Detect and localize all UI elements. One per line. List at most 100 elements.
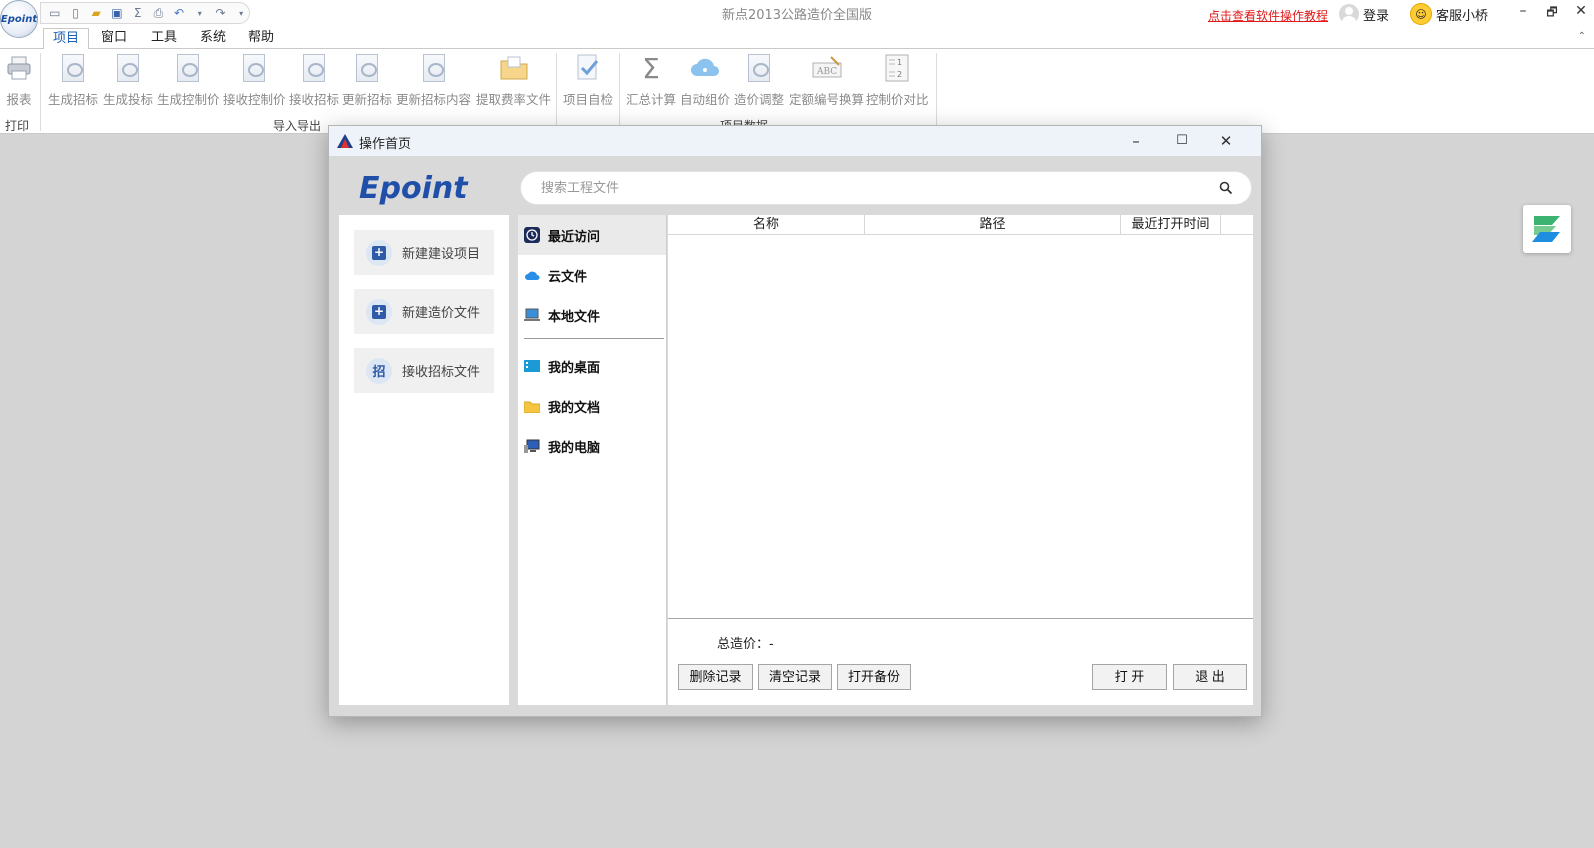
minimize-button[interactable]: –	[1513, 3, 1533, 19]
nav-divider	[524, 338, 664, 339]
menu-bar: 项目 窗口 工具 系统 帮助 ⌃	[0, 28, 1594, 50]
tab-window[interactable]: 窗口	[94, 28, 134, 50]
cloud-icon	[688, 51, 722, 85]
dialog-title-bar[interactable]: 操作首页 – ☐ ✕	[329, 126, 1261, 156]
tab-help[interactable]: 帮助	[241, 28, 281, 50]
recv-tender-button[interactable]: 接收招标	[289, 51, 339, 108]
column-header-path[interactable]: 路径	[865, 215, 1121, 235]
nav-documents-label: 我的文档	[548, 400, 601, 416]
new-construction-project-button[interactable]: + 新建建设项目	[354, 230, 494, 275]
recv-tender-label: 接收招标	[289, 92, 340, 107]
open-backup-button[interactable]: 打开备份	[837, 664, 911, 690]
extract-rate-file-button[interactable]: 提取费率文件	[476, 51, 551, 108]
new-file-icon: +	[366, 298, 392, 325]
ribbon-separator	[936, 53, 937, 131]
collapse-ribbon-icon[interactable]: ⌃	[1578, 31, 1586, 42]
summary-calc-label: 汇总计算	[626, 92, 677, 107]
login-button[interactable]: 登录	[1339, 4, 1389, 24]
search-input[interactable]	[541, 180, 1181, 195]
dialog-maximize-button[interactable]: ☐	[1171, 131, 1193, 151]
quota-convert-label: 定额编号换算	[789, 92, 865, 107]
receive-tender-file-label: 接收招标文件	[402, 365, 481, 380]
cloud-icon	[524, 267, 540, 283]
control-price-compare-label: 控制价对比	[866, 92, 929, 107]
customer-service-button[interactable]: ☺ 客服小桥	[1410, 3, 1488, 25]
gen-tender-label: 生成招标	[48, 92, 99, 107]
tab-tools[interactable]: 工具	[144, 28, 184, 50]
update-tender-button[interactable]: 更新招标	[342, 51, 392, 108]
dialog-minimize-button[interactable]: –	[1125, 131, 1147, 151]
tab-system[interactable]: 系统	[193, 28, 233, 50]
column-header-name[interactable]: 名称	[668, 215, 865, 235]
recv-control-price-label: 接收控制价	[223, 92, 286, 107]
recv-control-price-button[interactable]: 接收控制价	[223, 51, 286, 108]
search-icon[interactable]	[1219, 181, 1233, 195]
price-adjust-label: 造价调整	[734, 92, 785, 107]
gen-bid-button[interactable]: 生成投标	[103, 51, 153, 108]
search-box[interactable]	[520, 171, 1252, 205]
nav-cloud-label: 云文件	[548, 269, 588, 285]
app-triangle-icon	[337, 134, 353, 148]
svg-text:ABC: ABC	[816, 67, 837, 77]
desktop-icon	[524, 358, 540, 374]
document-import-icon	[297, 51, 331, 85]
ribbon-separator	[556, 53, 557, 131]
report-label: 报表	[6, 92, 32, 107]
control-price-compare-button[interactable]: 1 2 控制价对比	[866, 51, 929, 108]
new-cost-file-label: 新建造价文件	[402, 306, 481, 321]
delete-record-button[interactable]: 删除记录	[678, 664, 753, 690]
ribbon-separator	[40, 53, 41, 131]
app-logo-text: Epoint	[0, 13, 38, 25]
nav-computer-label: 我的电脑	[548, 440, 601, 456]
gen-control-price-button[interactable]: 生成控制价	[157, 51, 220, 108]
auto-price-label: 自动组价	[680, 92, 731, 107]
help-tutorial-link[interactable]: 点击查看软件操作教程	[1208, 7, 1328, 24]
summary-calc-button[interactable]: Σ 汇总计算	[626, 51, 676, 108]
recent-files-list[interactable]	[668, 235, 1253, 619]
svg-text:1: 1	[897, 58, 902, 67]
nav-item-desktop[interactable]: 我的桌面	[518, 346, 666, 386]
floating-assistant-button[interactable]	[1523, 205, 1571, 253]
price-adjust-button[interactable]: 造价调整	[734, 51, 784, 108]
document-info-icon	[417, 51, 451, 85]
svg-text:2: 2	[897, 70, 902, 79]
tender-icon: 招	[366, 357, 392, 384]
quota-convert-button[interactable]: ABC 定额编号换算	[789, 51, 864, 108]
nav-local-label: 本地文件	[548, 309, 601, 325]
nav-item-recent[interactable]: 最近访问	[518, 215, 666, 255]
project-self-check-label: 项目自检	[563, 92, 614, 107]
nav-item-cloud[interactable]: 云文件	[518, 255, 666, 295]
dialog-close-button[interactable]: ✕	[1215, 131, 1237, 151]
gen-control-price-label: 生成控制价	[157, 92, 220, 107]
extract-rate-file-label: 提取费率文件	[476, 92, 552, 107]
nav-item-computer[interactable]: 我的电脑	[518, 426, 666, 466]
laptop-icon	[524, 307, 540, 323]
sigma-icon: Σ	[642, 51, 660, 85]
open-button[interactable]: 打 开	[1092, 664, 1167, 690]
printer-icon	[2, 51, 36, 85]
column-header-last-opened[interactable]: 最近打开时间	[1121, 215, 1221, 235]
new-cost-file-button[interactable]: + 新建造价文件	[354, 289, 494, 334]
exit-button[interactable]: 退 出	[1173, 664, 1247, 690]
gen-tender-button[interactable]: 生成招标	[48, 51, 98, 108]
restore-button[interactable]: 🗗	[1542, 3, 1562, 24]
checklist-icon	[571, 51, 605, 85]
document-export-icon	[111, 51, 145, 85]
nav-recent-label: 最近访问	[548, 229, 601, 245]
app-logo[interactable]: Epoint	[0, 0, 38, 38]
clear-records-button[interactable]: 清空记录	[758, 664, 832, 690]
close-button[interactable]: ✕	[1571, 3, 1591, 19]
project-self-check-button[interactable]: 项目自检	[563, 51, 613, 108]
update-tender-content-button[interactable]: 更新招标内容	[396, 51, 471, 108]
nav-item-local[interactable]: 本地文件	[518, 295, 666, 335]
document-import-icon	[237, 51, 271, 85]
document-export-icon	[171, 51, 205, 85]
total-cost-label: 总造价：-	[717, 637, 774, 652]
report-button[interactable]: 报表	[2, 51, 36, 108]
document-export-icon	[56, 51, 90, 85]
auto-price-button[interactable]: 自动组价	[680, 51, 730, 108]
receive-tender-file-button[interactable]: 招 接收招标文件	[354, 348, 494, 393]
tab-project[interactable]: 项目	[43, 28, 89, 50]
nav-item-documents[interactable]: 我的文档	[518, 386, 666, 426]
new-construction-project-label: 新建建设项目	[402, 247, 481, 262]
